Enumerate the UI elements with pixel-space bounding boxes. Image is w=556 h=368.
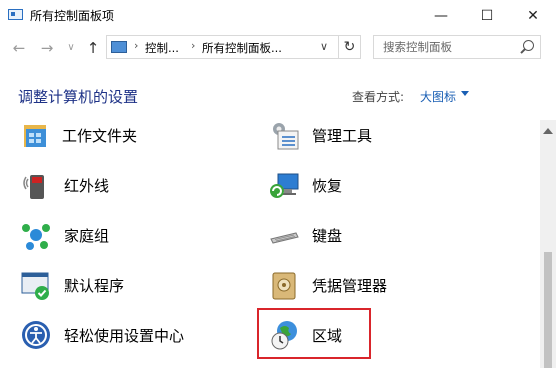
control-panel-icon (111, 41, 127, 53)
credential-manager-icon (272, 272, 296, 300)
item-default-programs[interactable]: 默认程序 (20, 266, 240, 306)
item-work-folders[interactable]: 工作文件夹 (20, 120, 240, 156)
back-button[interactable]: ← (10, 39, 28, 57)
ease-of-access-icon (22, 321, 50, 349)
close-button[interactable]: ✕ (510, 0, 556, 31)
item-ease-of-access[interactable]: 轻松使用设置中心 (20, 316, 240, 356)
item-keyboard[interactable]: 键盘 (268, 216, 488, 256)
maximize-button[interactable]: ☐ (464, 0, 510, 31)
search-box[interactable] (373, 35, 541, 59)
item-label: 管理工具 (312, 127, 373, 145)
item-label: 默认程序 (64, 277, 125, 295)
minimize-button[interactable]: — (418, 0, 464, 31)
search-input[interactable] (374, 36, 523, 58)
control-panel-icon (8, 9, 23, 20)
scroll-up-arrow[interactable] (543, 128, 553, 134)
breadcrumb-separator[interactable]: › (191, 39, 195, 52)
title-bar: 所有控制面板项 — ☐ ✕ (0, 0, 556, 31)
item-admin-tools[interactable]: 管理工具 (268, 120, 488, 156)
item-label: 家庭组 (64, 227, 110, 245)
item-label: 红外线 (64, 177, 110, 195)
recent-locations-button[interactable]: ∨ (62, 42, 80, 53)
view-by-label: 查看方式: (352, 90, 405, 104)
item-infrared[interactable]: 红外线 (20, 166, 240, 206)
default-programs-icon (21, 272, 49, 300)
chevron-down-icon[interactable] (461, 91, 469, 96)
view-by-dropdown[interactable]: 大图标 (420, 88, 456, 105)
scrollbar-thumb[interactable] (544, 252, 552, 368)
item-recovery[interactable]: 恢复 (268, 166, 488, 206)
item-credential-manager[interactable]: 凭据管理器 (268, 266, 488, 306)
highlight-box (257, 308, 371, 359)
up-button[interactable]: ↑ (84, 39, 102, 57)
vertical-scrollbar[interactable] (540, 120, 556, 368)
item-homegroup[interactable]: 家庭组 (20, 216, 240, 256)
recovery-icon (270, 173, 299, 198)
address-bar[interactable]: › 控制... › 所有控制面板... ∨ (106, 35, 339, 59)
homegroup-icon (22, 224, 50, 250)
admin-tools-icon (273, 123, 299, 150)
breadcrumb-all-items[interactable]: 所有控制面板... (202, 40, 282, 56)
navigation-bar: ← → ∨ ↑ › 控制... › 所有控制面板... ∨ ↻ (0, 31, 556, 65)
search-icon[interactable] (523, 40, 534, 51)
item-label: 恢复 (312, 177, 343, 195)
item-label: 工作文件夹 (62, 127, 138, 145)
item-label: 凭据管理器 (312, 277, 388, 295)
item-label: 键盘 (312, 227, 343, 245)
page-title: 调整计算机的设置 (18, 88, 139, 106)
infrared-icon (23, 175, 44, 199)
breadcrumb-separator[interactable]: › (134, 39, 138, 52)
item-label: 轻松使用设置中心 (64, 327, 185, 345)
keyboard-icon (270, 232, 299, 244)
refresh-icon: ↻ (343, 39, 356, 55)
work-folders-icon (24, 125, 46, 147)
window-title: 所有控制面板项 (30, 9, 115, 23)
address-dropdown-button[interactable]: ∨ (320, 40, 328, 53)
forward-button[interactable]: → (38, 39, 56, 57)
refresh-button[interactable]: ↻ (339, 35, 361, 59)
breadcrumb-control-panel[interactable]: 控制... (145, 40, 179, 56)
